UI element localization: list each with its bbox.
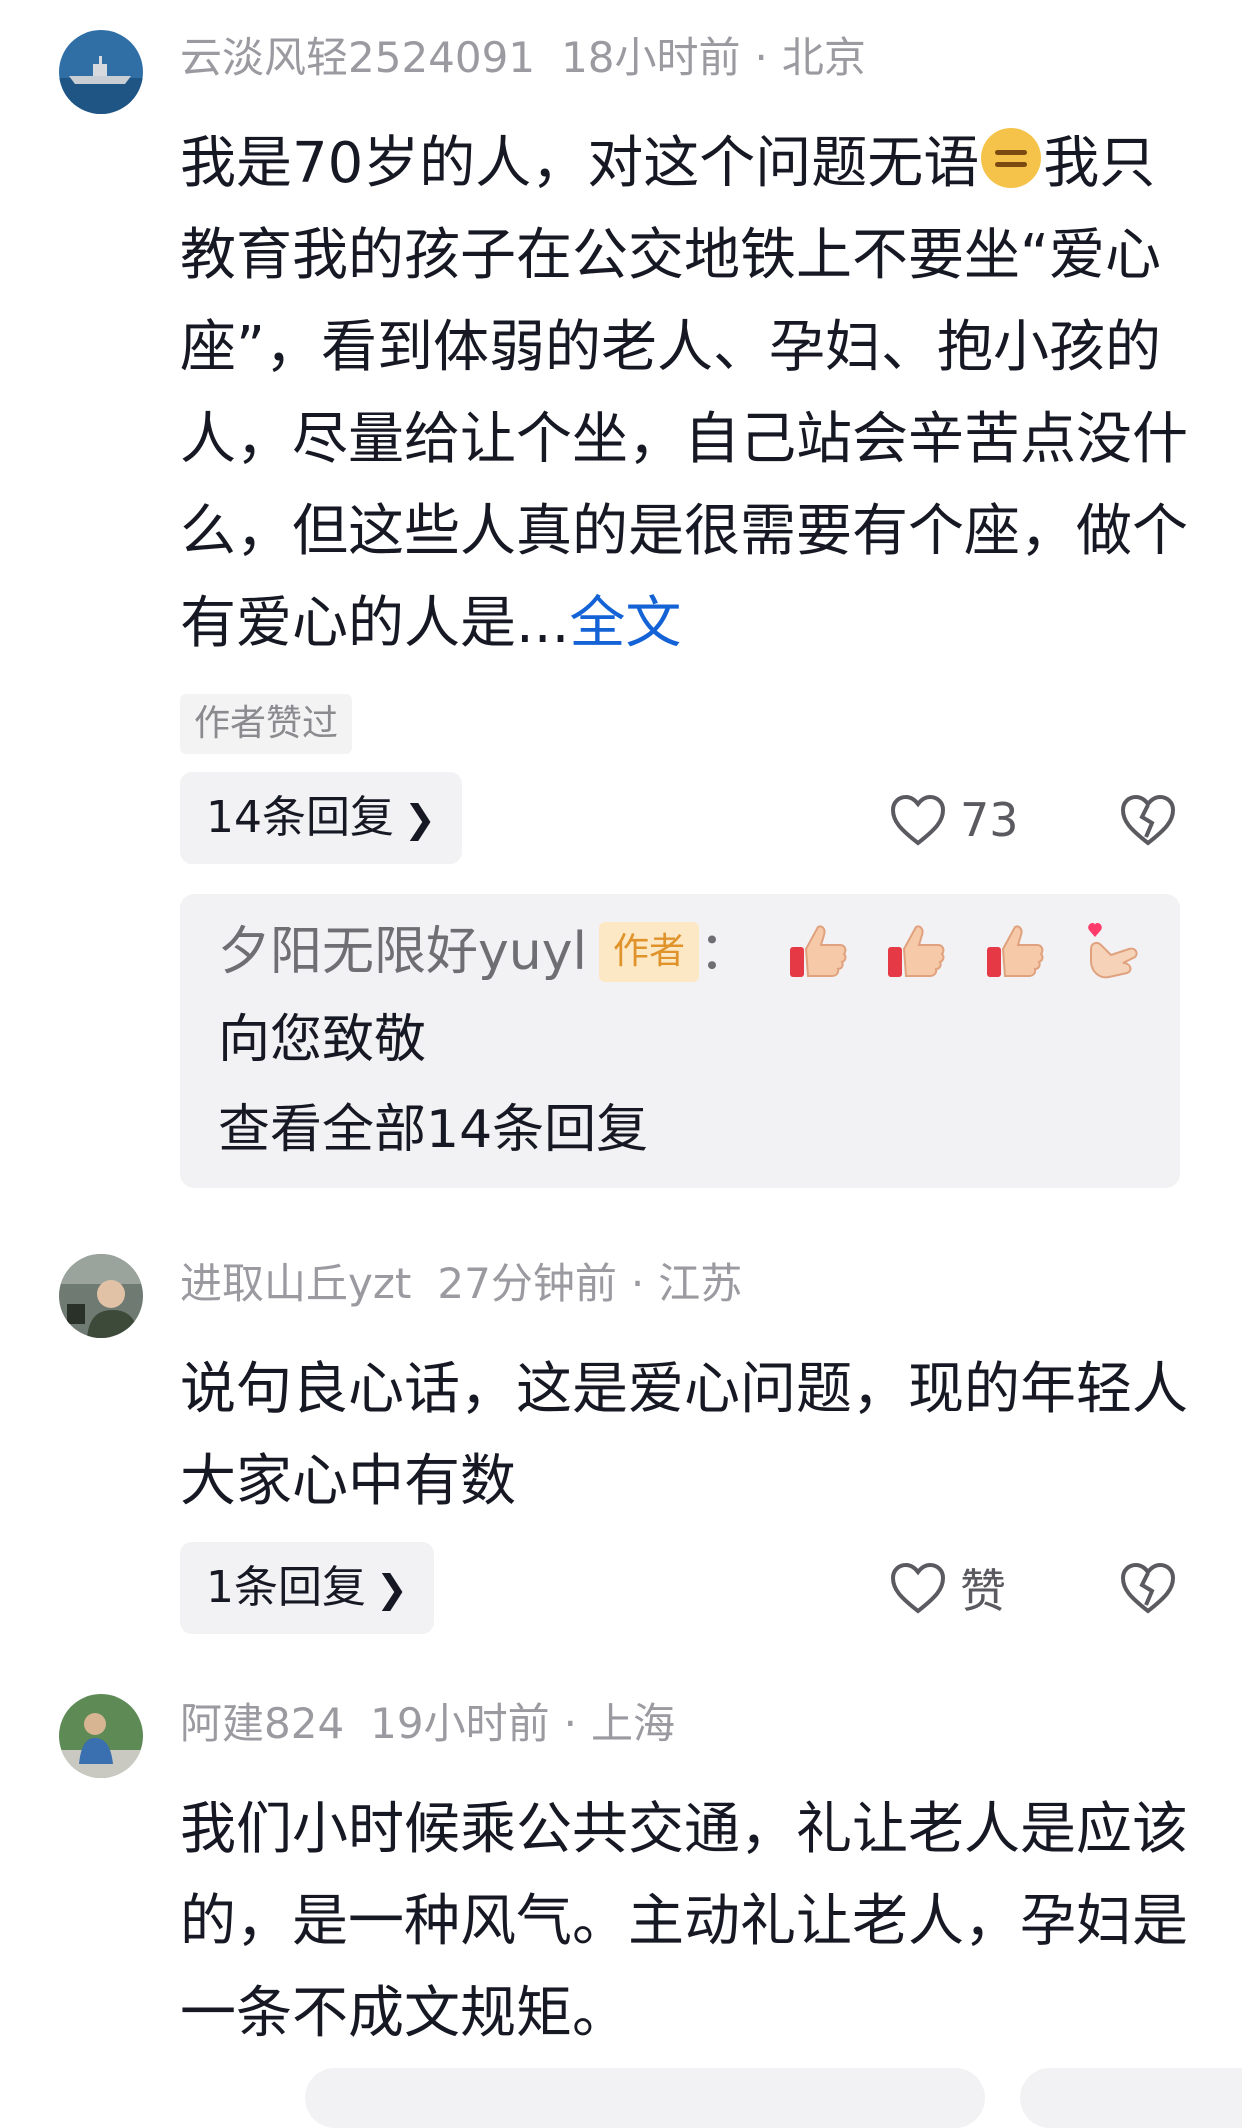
comment-location: 江苏 [658,1259,743,1308]
view-all-replies-link[interactable]: 查看全部14条回复 [218,1092,648,1168]
broken-heart-icon [1120,1562,1176,1614]
finger-heart-emoji-icon [1088,923,1138,979]
comment-text: 我们小时候乘公共交通，礼让老人是应该的，是一种风气。主动礼让老人，孕妇是一条不成… [180,1797,1188,2046]
replies-label: 14条回复 [206,792,394,843]
username[interactable]: 阿建824 [180,1699,344,1748]
comment-meta: 进取山丘yzt 27分钟前 · 江苏 [180,1254,742,1314]
reply-author-line: 夕阳无限好yuyl 作者： [218,914,1145,990]
like-button[interactable]: 73 [890,780,1019,860]
comment-meta: 阿建824 19小时前 · 上海 [180,1694,675,1754]
replies-button[interactable]: 14条回复 ❯ [180,772,462,864]
comment-time: 19小时前 [370,1699,550,1748]
thumbs-up-emoji-icon [789,925,846,977]
avatar[interactable] [59,1694,143,1778]
reply-author[interactable]: 夕阳无限好yuyl [218,922,587,982]
comment-time: 18小时前 [561,33,741,82]
like-button[interactable]: 赞 [890,1548,1006,1628]
meta-separator: · [630,1259,645,1308]
cut-off-chip [1020,2068,1242,2128]
like-count: 73 [960,793,1019,847]
dislike-button[interactable] [1120,1561,1176,1615]
reply-colon: ： [698,922,751,982]
comment-text-part: 我只教育我的孩子在公交地铁上不要坐“爱心座”，看到体弱的老人、孕妇、抱小孩的人，… [180,131,1188,656]
broken-heart-icon [1120,794,1176,846]
thumbs-up-emoji-icon [888,925,945,977]
chevron-right-icon: ❯ [376,1567,408,1611]
username[interactable]: 云淡风轻2524091 [180,33,535,82]
thumbs-up-emoji-icon [986,925,1044,977]
comment-text: 我是70岁的人，对这个问题无语 我只教育我的孩子在公交地铁上不要坐“爱心座”，看到… [180,118,1190,670]
like-label: 赞 [960,1564,1006,1618]
username[interactable]: 进取山丘yzt [180,1259,411,1308]
reply-text: 向您致敬 [218,1010,427,1070]
replies-button[interactable]: 1条回复 ❯ [180,1542,434,1634]
author-liked-tag: 作者赞过 [180,694,353,754]
comment-time: 27分钟前 [437,1259,617,1308]
heart-outline-icon [890,794,946,846]
heart-outline-icon [890,1562,946,1614]
comment-text: 说句良心话，这是爱心问题，现的年轻人大家心中有数 [180,1357,1188,1514]
expressionless-face-emoji-icon [981,128,1042,188]
meta-separator: · [563,1699,577,1748]
comment-location: 北京 [781,33,866,82]
cut-off-chip [305,2068,985,2128]
comment-location: 上海 [590,1699,675,1748]
avatar[interactable] [59,1254,143,1338]
meta-separator: · [754,33,768,82]
avatar[interactable] [59,30,143,114]
chevron-right-icon: ❯ [404,797,436,841]
comment-meta: 云淡风轻2524091 18小时前 · 北京 [180,28,866,88]
dislike-button[interactable] [1120,793,1176,847]
comment-text-part: 我是70岁的人，对这个问题无语 [180,131,980,196]
reply-preview[interactable]: 夕阳无限好yuyl 作者： 向您致敬 查看全部14条回复 [180,894,1180,1188]
replies-label: 1条回复 [206,1562,366,1613]
full-text-link[interactable]: 全文 [569,591,681,656]
author-badge: 作者 [598,922,699,982]
